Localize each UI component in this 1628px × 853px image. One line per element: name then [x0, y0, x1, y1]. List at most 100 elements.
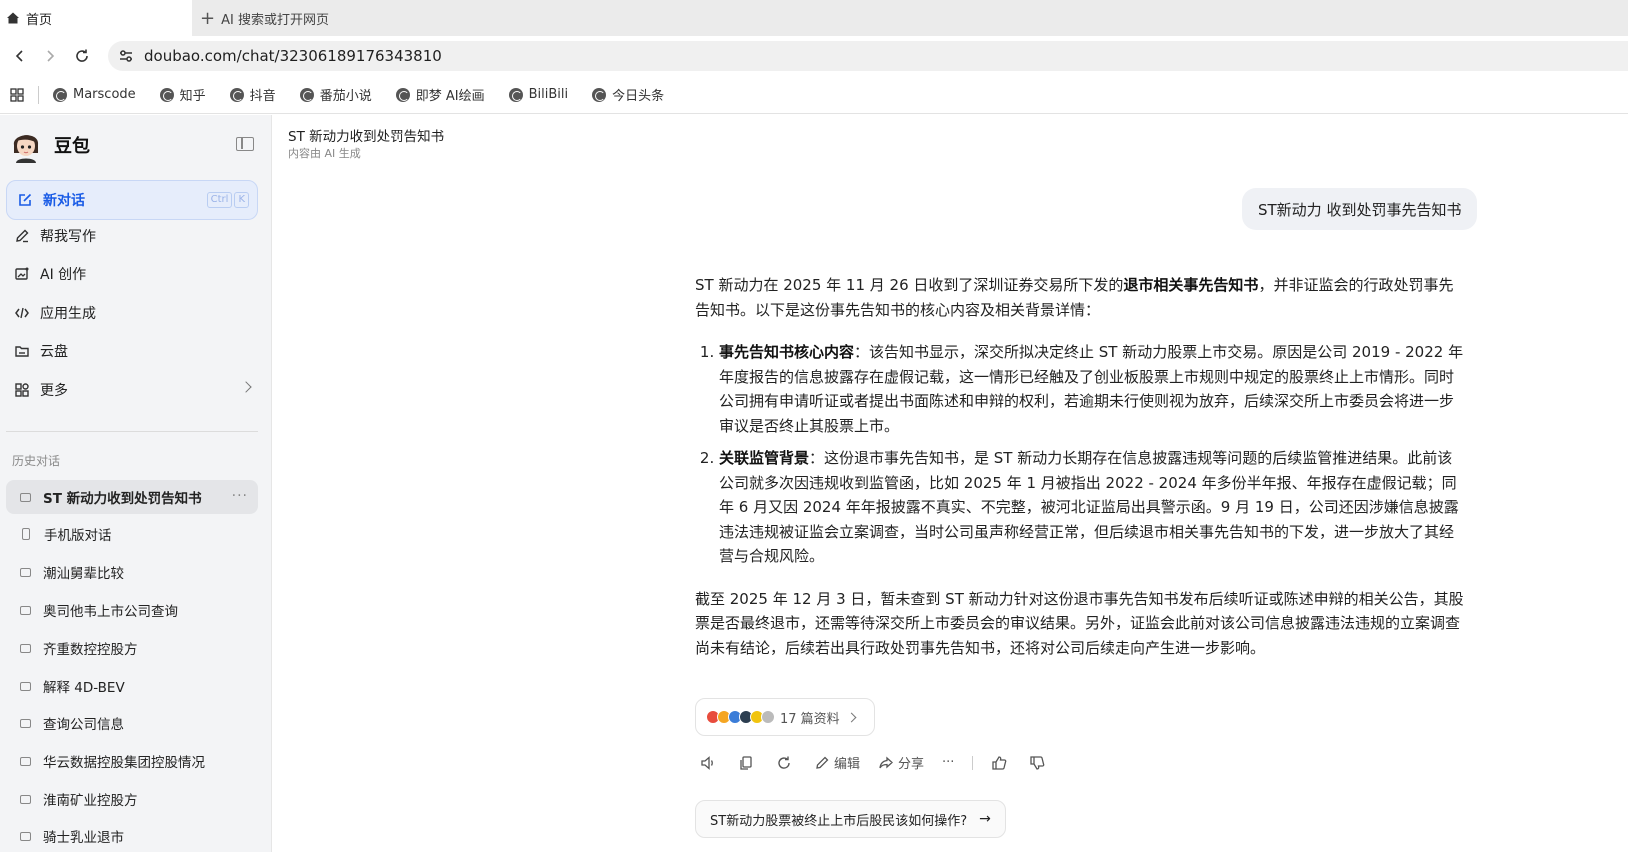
- bookmark-bilibili[interactable]: BiliBili: [508, 87, 568, 102]
- doubao-avatar: [13, 135, 39, 163]
- menu-app-gen[interactable]: 应用生成: [14, 301, 254, 325]
- browser-toolbar: doubao.com/chat/32306189176343810: [0, 36, 1628, 76]
- history-item[interactable]: 华云数据控股集团控股情况: [6, 744, 258, 778]
- edit-button[interactable]: 编辑: [814, 753, 860, 772]
- suggested-question[interactable]: ST新动力股票被终止上市后股民该如何操作? →: [695, 800, 1006, 838]
- chat-bubble-icon: [20, 831, 31, 841]
- browser-tab-strip: 首页 + AI 搜索或打开网页: [0, 0, 1628, 36]
- edit-icon: [816, 756, 829, 769]
- new-tab-label: AI 搜索或打开网页: [221, 12, 329, 28]
- reload-button[interactable]: [70, 44, 94, 68]
- menu-more[interactable]: 更多: [14, 378, 254, 402]
- site-settings-icon[interactable]: [118, 48, 134, 64]
- references-button[interactable]: 17 篇资料: [695, 698, 875, 736]
- tab-home[interactable]: 首页: [0, 0, 192, 36]
- bookmark-label: 即梦 AI绘画: [415, 89, 485, 104]
- bookmark-label: 番茄小说: [319, 89, 372, 104]
- history-label: 解释 4D-BEV: [43, 680, 125, 696]
- bookmark-toutiao[interactable]: 今日头条: [592, 85, 664, 104]
- history-item[interactable]: 淮南矿业控股方: [6, 782, 258, 816]
- bookmark-marscode[interactable]: Marscode: [53, 87, 136, 102]
- history-item[interactable]: 手机版对话: [6, 517, 258, 551]
- bookmark-label: 今日头条: [612, 89, 665, 104]
- brand[interactable]: 豆包: [10, 127, 90, 163]
- bookmark-label: 抖音: [249, 89, 276, 104]
- answer-list: 事先告知书核心内容：该告知书显示，深交所拟决定终止 ST 新动力股票上市交易。原…: [695, 340, 1465, 569]
- refresh-icon: [778, 756, 790, 769]
- grid-icon: [15, 383, 29, 397]
- user-message: ST新动力 收到处罚事先告知书: [1242, 188, 1478, 230]
- menu-label: 云盘: [40, 344, 68, 360]
- copy-button[interactable]: [738, 755, 758, 771]
- references-label: 17 篇资料: [780, 711, 840, 727]
- shortcut-key: Ctrl: [206, 192, 233, 208]
- menu-cloud-drive[interactable]: 云盘: [14, 339, 254, 363]
- chat-main: ST 新动力收到处罚告知书 内容由 AI 生成 ST新动力 收到处罚事先告知书 …: [272, 115, 1628, 852]
- tab-home-label: 首页: [26, 12, 53, 28]
- chat-bubble-icon: [20, 794, 31, 804]
- cloud-drive-icon: [15, 346, 29, 357]
- chevron-right-icon: [846, 712, 857, 722]
- share-icon: [879, 756, 893, 768]
- history-item[interactable]: ST 新动力收到处罚告知书 ···: [6, 480, 258, 514]
- apps-grid-icon[interactable]: [10, 87, 24, 102]
- bookmark-fanqie[interactable]: 番茄小说: [299, 85, 372, 104]
- ai-generated-note: 内容由 AI 生成: [288, 147, 361, 160]
- regenerate-button[interactable]: [776, 755, 796, 771]
- dislike-button[interactable]: [1029, 755, 1049, 771]
- more-dots-icon: ···: [942, 755, 955, 770]
- plus-icon: +: [200, 7, 216, 29]
- copy-icon: [740, 755, 752, 770]
- forward-button[interactable]: [38, 44, 62, 68]
- intro-bold: 退市相关事先告知书: [1123, 276, 1259, 294]
- thumbs-up-icon: [992, 755, 1007, 770]
- bookmark-zhihu[interactable]: 知乎: [159, 85, 206, 104]
- bookmark-douyin[interactable]: 抖音: [229, 85, 276, 104]
- edit-label: 编辑: [834, 757, 861, 772]
- forward-arrow-icon: [47, 50, 55, 62]
- history-item[interactable]: 齐重数控控股方: [6, 631, 258, 665]
- answer-list-item: 事先告知书核心内容：该告知书显示，深交所拟决定终止 ST 新动力股票上市交易。原…: [719, 340, 1465, 438]
- bookmark-label: 知乎: [179, 89, 206, 104]
- menu-ai-create[interactable]: AI 创作: [14, 262, 254, 286]
- history-item[interactable]: 潮汕舅辈比较: [6, 555, 258, 589]
- back-button[interactable]: [8, 44, 32, 68]
- globe-icon: [395, 87, 410, 102]
- home-icon: [7, 12, 19, 24]
- read-aloud-button[interactable]: [700, 755, 720, 771]
- history-item[interactable]: 解释 4D-BEV: [6, 669, 258, 703]
- history-label: 齐重数控控股方: [43, 642, 138, 658]
- like-button[interactable]: [991, 755, 1011, 771]
- url-text: doubao.com/chat/32306189176343810: [144, 47, 442, 65]
- chat-bubble-icon: [20, 605, 31, 615]
- globe-icon: [508, 87, 523, 102]
- more-options-icon[interactable]: ···: [232, 488, 248, 504]
- item-heading: 关联监管背景: [719, 449, 810, 467]
- sidebar: 豆包 新对话 Ctrl K 帮我写作 AI 创作 应用生成 云盘 更多 历史对话…: [0, 115, 272, 852]
- chevron-right-icon: [240, 381, 252, 393]
- history-label: 潮汕舅辈比较: [43, 566, 124, 582]
- image-create-icon: [15, 267, 29, 280]
- suggestion-text: ST新动力股票被终止上市后股民该如何操作?: [710, 813, 968, 829]
- more-actions-button[interactable]: ···: [942, 755, 954, 770]
- assistant-answer: ST 新动力在 2025 年 11 月 26 日收到了深圳证券交易所下发的退市相…: [695, 273, 1465, 678]
- actions-divider: [972, 755, 974, 770]
- new-chat-button[interactable]: 新对话 Ctrl K: [6, 180, 258, 220]
- conversation-title: ST 新动力收到处罚告知书: [288, 129, 445, 145]
- history-label: 骑士乳业退市: [43, 830, 124, 846]
- new-tab-button[interactable]: + AI 搜索或打开网页: [200, 0, 329, 36]
- address-bar[interactable]: doubao.com/chat/32306189176343810: [108, 41, 1628, 71]
- history-item[interactable]: 查询公司信息: [6, 706, 258, 740]
- globe-icon: [229, 87, 244, 102]
- chat-bubble-icon: [20, 643, 31, 653]
- thumbs-down-icon: [1030, 755, 1045, 770]
- history-item[interactable]: 奥司他韦上市公司查询: [6, 593, 258, 627]
- history-item[interactable]: 骑士乳业退市: [6, 819, 258, 853]
- globe-icon: [299, 87, 314, 102]
- shortcut-key: K: [234, 192, 249, 208]
- menu-write[interactable]: 帮我写作: [14, 224, 254, 248]
- bookmark-jimeng[interactable]: 即梦 AI绘画: [395, 85, 485, 104]
- share-button[interactable]: 分享: [878, 753, 924, 772]
- collapse-sidebar-icon[interactable]: [236, 137, 254, 151]
- menu-label: 帮我写作: [40, 229, 96, 245]
